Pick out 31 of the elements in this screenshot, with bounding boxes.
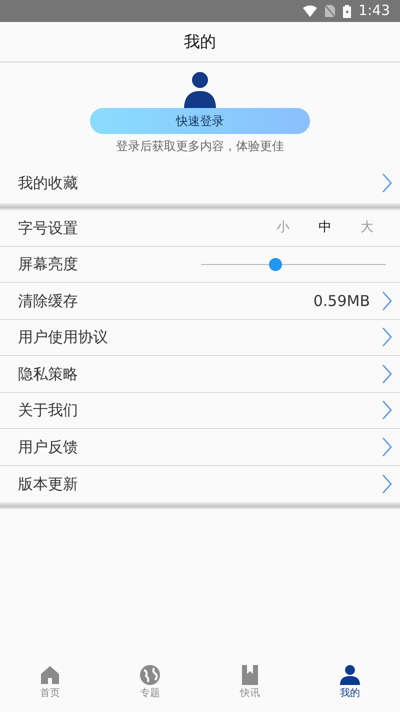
setting-label: 字号设置 xyxy=(18,218,78,238)
setting-label: 清除缓存 xyxy=(18,290,78,312)
no-sim-icon xyxy=(324,5,335,17)
page-title: 我的 xyxy=(184,30,216,52)
battery-icon xyxy=(342,4,351,18)
tab-item[interactable]: 我的 xyxy=(300,664,400,712)
chevron-icon xyxy=(382,364,392,384)
book-icon xyxy=(239,664,261,686)
login-hint: 登录后获取更多内容，体验更佳 xyxy=(116,138,284,155)
font-size-option[interactable]: 中 xyxy=(304,218,346,238)
login-button[interactable]: 快速登录 xyxy=(90,108,310,134)
setting-label[interactable]: 用户使用协议 xyxy=(18,326,108,348)
setting-label[interactable]: 隐私策略 xyxy=(18,362,78,385)
setting-label: 屏幕亮度 xyxy=(18,254,78,275)
favorites-row[interactable]: 我的收藏 xyxy=(0,163,400,203)
chevron-icon xyxy=(382,173,392,193)
chevron-icon xyxy=(382,327,392,348)
cache-size: 0.59MB xyxy=(313,290,370,312)
status-time: 1:43 xyxy=(358,2,390,20)
setting-label[interactable]: 用户反馈 xyxy=(18,436,78,458)
wifi-icon xyxy=(302,5,317,17)
avatar-icon xyxy=(183,72,217,109)
person-icon xyxy=(339,664,361,686)
setting-label[interactable]: 关于我们 xyxy=(18,399,78,422)
home-icon xyxy=(39,664,61,686)
chevron-icon xyxy=(382,436,392,457)
chevron-icon xyxy=(382,474,392,494)
chevron-icon xyxy=(382,290,392,311)
chevron-icon xyxy=(382,400,392,420)
setting-label[interactable]: 版本更新 xyxy=(18,472,78,495)
slider-thumb[interactable] xyxy=(268,258,282,271)
